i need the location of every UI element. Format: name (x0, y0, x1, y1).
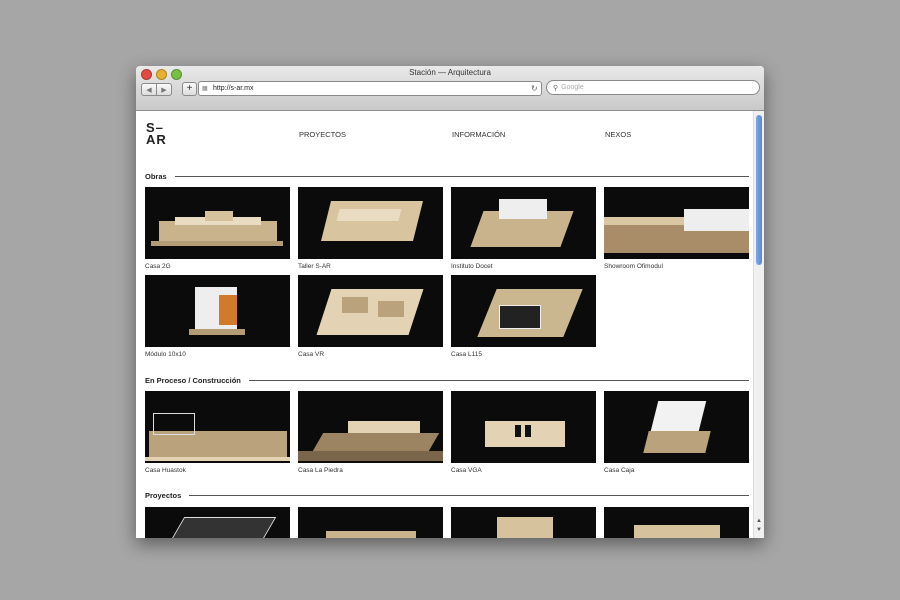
project-caption[interactable]: Casa Caja (604, 467, 749, 474)
section-title: Proyectos (145, 491, 182, 500)
project-tile-casa-vr[interactable]: Casa VR (298, 275, 443, 358)
project-caption[interactable]: Módulo 10x10 (145, 351, 290, 358)
project-tile-casa-l115[interactable]: Casa L115 (451, 275, 596, 358)
project-thumbnail[interactable] (451, 391, 596, 463)
project-thumbnail[interactable] (298, 507, 443, 538)
page-content: S– AR PROYECTOS INFORMACIÓN NEXOS Obras … (136, 111, 754, 538)
project-caption[interactable]: Casa VGA (451, 467, 596, 474)
project-thumbnail[interactable] (145, 507, 290, 538)
project-thumbnail[interactable] (451, 187, 596, 259)
project-caption[interactable]: Casa La Piedra (298, 467, 443, 474)
project-thumbnail[interactable] (298, 275, 443, 347)
project-tile-casa-2g[interactable]: Casa 2G (145, 187, 290, 270)
project-tile[interactable] (298, 507, 443, 538)
project-tile[interactable] (604, 507, 749, 538)
section-header-proyectos: Proyectos (145, 491, 749, 500)
project-tile-casa-caja[interactable]: Casa Caja (604, 391, 749, 474)
project-tile-showroom-ofimodul[interactable]: Showroom Ofimodul (604, 187, 749, 270)
project-caption[interactable]: Instituto Docet (451, 263, 596, 270)
project-caption[interactable]: Casa L115 (451, 351, 596, 358)
project-thumbnail[interactable] (451, 507, 596, 538)
history-buttons: ◀ ▶ (141, 83, 172, 96)
project-caption[interactable]: Casa VR (298, 351, 443, 358)
scroll-down-icon[interactable]: ▼ (755, 527, 763, 535)
search-field[interactable]: ⚲ Google (546, 80, 760, 95)
nav-nexos[interactable]: NEXOS (605, 130, 631, 139)
section-rule (189, 495, 749, 496)
project-tile-taller-s-ar[interactable]: Taller S-AR (298, 187, 443, 270)
project-caption[interactable]: Casa 2G (145, 263, 290, 270)
project-tile-modulo-10x10[interactable]: Módulo 10x10 (145, 275, 290, 358)
back-button[interactable]: ◀ (141, 83, 157, 96)
project-thumbnail[interactable] (145, 275, 290, 347)
logo-line-2: AR (146, 132, 167, 147)
project-thumbnail[interactable] (451, 275, 596, 347)
vertical-scrollbar[interactable]: ▲ ▼ (753, 111, 764, 538)
window-title: Stación — Arquitectura (409, 68, 491, 77)
nav-proyectos[interactable]: PROYECTOS (299, 130, 346, 139)
project-tile-casa-vga[interactable]: Casa VGA (451, 391, 596, 474)
project-thumbnail[interactable] (145, 391, 290, 463)
browser-window: Stación — Arquitectura ◀ ▶ + ▦ http://s-… (136, 66, 764, 538)
project-caption[interactable]: Casa Huastok (145, 467, 290, 474)
project-tile-casa-huastok[interactable]: Casa Huastok (145, 391, 290, 474)
section-header-obras: Obras (145, 172, 749, 181)
scroll-up-icon[interactable]: ▲ (755, 518, 763, 526)
site-logo[interactable]: S– AR (146, 121, 167, 147)
section-rule (248, 380, 749, 381)
project-thumbnail[interactable] (298, 391, 443, 463)
project-tile-casa-la-piedra[interactable]: Casa La Piedra (298, 391, 443, 474)
section-title: Obras (145, 172, 167, 181)
project-thumbnail[interactable] (145, 187, 290, 259)
section-rule (174, 176, 749, 177)
project-tile[interactable] (145, 507, 290, 538)
forward-button[interactable]: ▶ (157, 83, 172, 96)
search-placeholder[interactable]: Google (561, 84, 584, 91)
project-tile-instituto-docet[interactable]: Instituto Docet (451, 187, 596, 270)
project-caption[interactable]: Showroom Ofimodul (604, 263, 749, 270)
project-thumbnail[interactable] (604, 507, 749, 538)
project-tile[interactable] (451, 507, 596, 538)
address-bar[interactable]: ▦ http://s-ar.mx ↻ (198, 81, 542, 96)
nav-informacion[interactable]: INFORMACIÓN (452, 130, 505, 139)
project-thumbnail[interactable] (298, 187, 443, 259)
url-text[interactable]: http://s-ar.mx (213, 85, 531, 92)
scrollbar-thumb[interactable] (756, 115, 762, 265)
reload-icon[interactable]: ↻ (531, 84, 541, 93)
title-bar: Stación — Arquitectura ◀ ▶ + ▦ http://s-… (136, 66, 764, 111)
section-header-en-proceso: En Proceso / Construcción (145, 376, 749, 385)
search-icon: ⚲ (553, 84, 559, 92)
section-title: En Proceso / Construcción (145, 376, 241, 385)
site-favicon-icon: ▦ (202, 85, 208, 92)
project-thumbnail[interactable] (604, 187, 749, 259)
add-bookmark-button[interactable]: + (182, 82, 197, 96)
project-thumbnail[interactable] (604, 391, 749, 463)
project-caption[interactable]: Taller S-AR (298, 263, 443, 270)
